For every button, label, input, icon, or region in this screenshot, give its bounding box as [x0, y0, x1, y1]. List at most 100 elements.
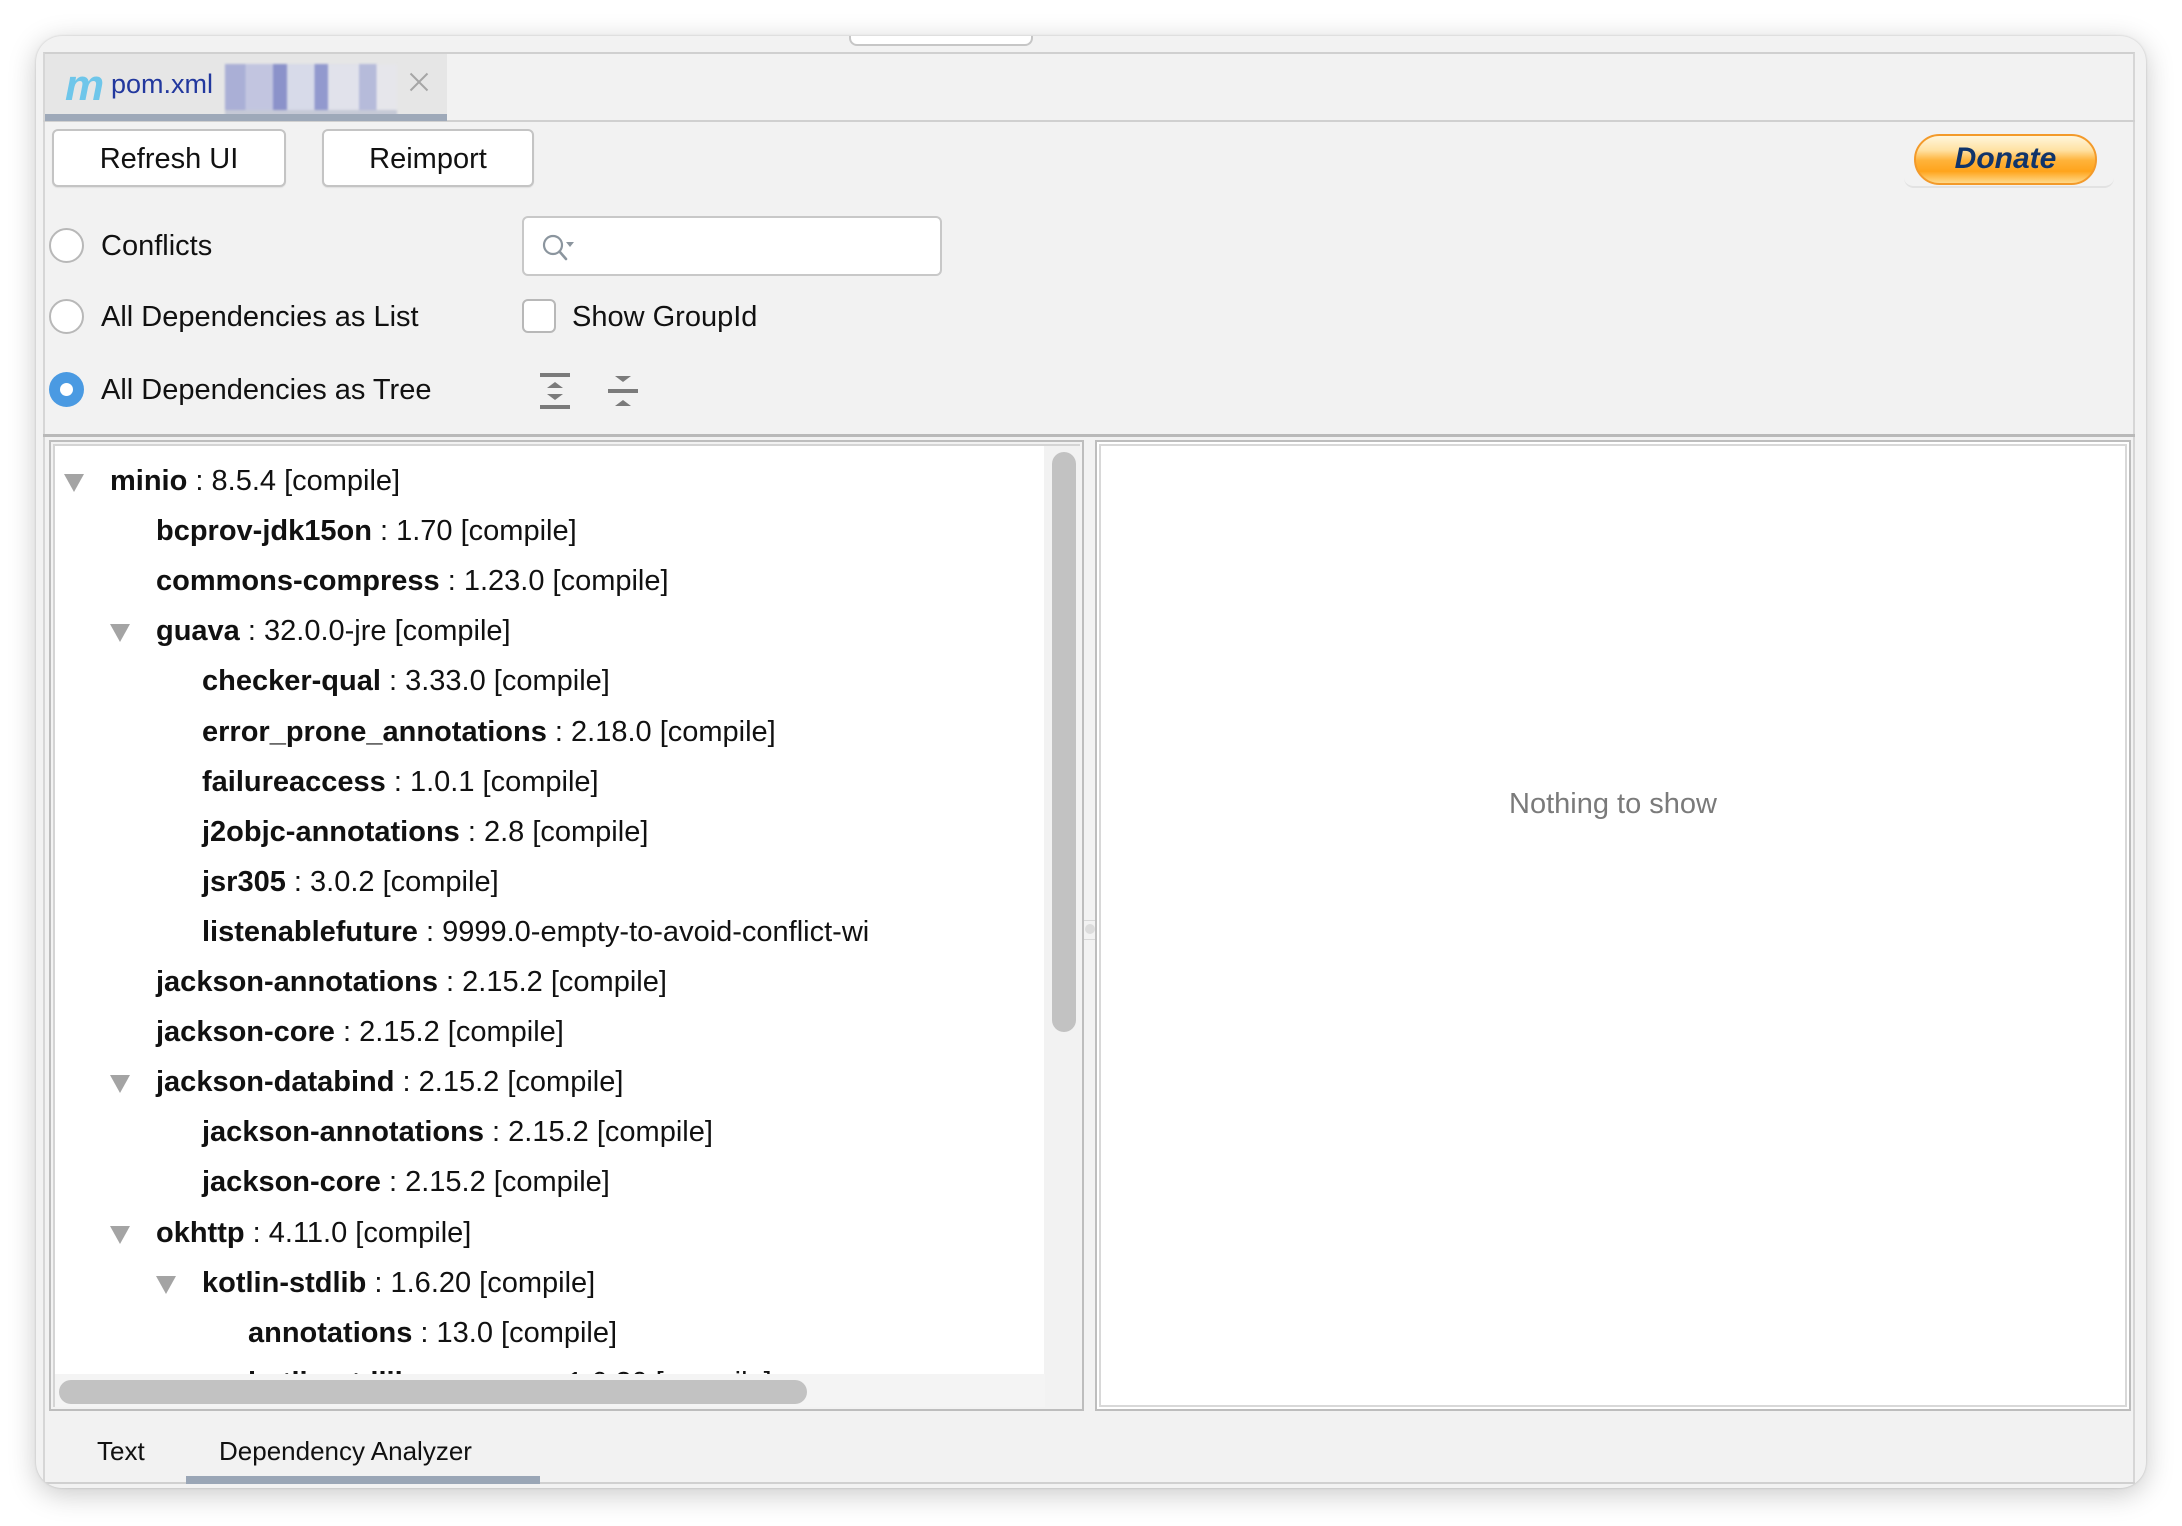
tree-row[interactable]: okhttp : 4.11.0 [compile] — [55, 1208, 1044, 1258]
collapse-all-icon[interactable] — [607, 372, 639, 410]
tree-row[interactable]: kotlin-stdlib : 1.6.20 [compile] — [55, 1258, 1044, 1308]
artifact-name: checker-qual — [202, 665, 381, 698]
tree-row-text: okhttp : 4.11.0 [compile] — [156, 1208, 471, 1258]
donate-button[interactable]: Donate — [1914, 134, 2097, 185]
tree-row-text: failureaccess : 1.0.1 [compile] — [202, 757, 599, 807]
tree-row[interactable]: j2objc-annotations : 2.8 [compile] — [55, 807, 1044, 857]
list-radio[interactable] — [49, 299, 84, 334]
artifact-version-scope: : 13.0 [compile] — [412, 1316, 618, 1349]
panel-splitter[interactable] — [1084, 440, 1095, 1411]
expand-toggle-icon[interactable] — [156, 1275, 176, 1294]
vertical-scrollbar-thumb[interactable] — [1052, 452, 1076, 1032]
artifact-version-scope: : 2.15.2 [compile] — [334, 1016, 564, 1049]
tree-row[interactable]: listenablefuture : 9999.0-empty-to-avoid… — [55, 907, 1044, 957]
editor-window: m pom.xml Refresh UI Reimport Donate Con… — [36, 36, 2146, 1488]
tree-row-text: annotations : 13.0 [compile] — [248, 1308, 617, 1358]
tab-title: pom.xml — [111, 69, 214, 99]
conflicts-label: Conflicts — [101, 230, 213, 262]
artifact-name: jackson-annotations — [156, 966, 438, 998]
tree-row-text: jackson-annotations : 2.15.2 [compile] — [202, 1107, 713, 1157]
expand-toggle-icon[interactable] — [64, 474, 84, 492]
tree-row-text: jackson-core : 2.15.2 [compile] — [202, 1157, 610, 1207]
tree-row-text: jackson-databind : 2.15.2 [compile] — [156, 1057, 623, 1107]
artifact-name: error_prone_annotations — [202, 715, 547, 748]
tree-row-text: listenablefuture : 9999.0-empty-to-avoid… — [202, 907, 869, 957]
tree-row[interactable]: checker-qual : 3.33.0 [compile] — [55, 656, 1044, 706]
tree-row-text: kotlin-stdlib : 1.6.20 [compile] — [202, 1258, 595, 1308]
artifact-version-scope: : 9999.0-empty-to-avoid-conflict-wi — [417, 915, 870, 948]
refresh-ui-button[interactable]: Refresh UI — [52, 129, 286, 187]
tree-row[interactable]: jackson-core : 2.15.2 [compile] — [55, 1007, 1044, 1057]
artifact-version-scope: : 2.15.2 [compile] — [380, 1166, 610, 1199]
expand-toggle-icon[interactable] — [110, 1075, 130, 1094]
active-bottom-tab-underline — [186, 1476, 540, 1484]
close-icon[interactable] — [407, 70, 431, 94]
tree-row[interactable]: jackson-annotations : 2.15.2 [compile] — [55, 957, 1044, 1007]
tree-row[interactable]: jackson-core : 2.15.2 [compile] — [55, 1157, 1044, 1207]
search-icon[interactable] — [540, 232, 576, 264]
window-top-handle — [849, 36, 1033, 46]
tree-row-text: checker-qual : 3.33.0 [compile] — [202, 656, 610, 706]
tree-row-text: kotlin-stdlib-common : 1.6.20 [compile] — [248, 1358, 772, 1374]
artifact-version-scope: : 2.15.2 [compile] — [438, 966, 667, 998]
expand-toggle-icon[interactable] — [110, 624, 130, 643]
tree-row[interactable]: error_prone_annotations : 2.18.0 [compil… — [55, 707, 1044, 757]
artifact-version-scope: : 1.6.20 [compile] — [543, 1367, 772, 1374]
tree-row[interactable]: jackson-databind : 2.15.2 [compile] — [55, 1057, 1044, 1107]
options-separator — [43, 434, 2135, 437]
empty-state-text: Nothing to show — [1509, 788, 1717, 820]
artifact-version-scope: : 1.70 [compile] — [371, 515, 577, 548]
maven-m-icon: m — [65, 61, 104, 110]
tree-row-text: minio : 8.5.4 [compile] — [110, 456, 400, 506]
tree-row[interactable]: minio : 8.5.4 [compile] — [55, 456, 1044, 506]
tab-dependency-analyzer[interactable]: Dependency Analyzer — [219, 1433, 472, 1469]
show-groupid-checkbox[interactable] — [522, 299, 556, 333]
tree-row[interactable]: jsr305 : 3.0.2 [compile] — [55, 857, 1044, 907]
artifact-version-scope: : 2.15.2 [compile] — [484, 1116, 713, 1149]
reimport-button[interactable]: Reimport — [322, 129, 534, 187]
tree-radio[interactable] — [49, 372, 84, 407]
artifact-name: jackson-annotations — [202, 1116, 484, 1149]
artifact-name: j2objc-annotations — [202, 815, 460, 848]
tab-pom-xml[interactable]: m pom.xml — [45, 54, 447, 121]
artifact-version-scope: : 3.0.2 [compile] — [285, 865, 499, 898]
artifact-name: jackson-core — [156, 1016, 335, 1049]
artifact-name: jackson-databind — [156, 1066, 395, 1099]
artifact-version-scope: : 1.23.0 [compile] — [439, 565, 669, 598]
artifact-version-scope: : 2.18.0 [compile] — [546, 715, 776, 748]
tree-row[interactable]: guava : 32.0.0-jre [compile] — [55, 606, 1044, 656]
artifact-name: commons-compress — [156, 565, 440, 598]
tree-row[interactable]: commons-compress : 1.23.0 [compile] — [55, 556, 1044, 606]
tree-row-text: jackson-core : 2.15.2 [compile] — [156, 1007, 564, 1057]
tree-row[interactable]: bcprov-jdk15on : 1.70 [compile] — [55, 506, 1044, 556]
tree-row[interactable]: failureaccess : 1.0.1 [compile] — [55, 757, 1044, 807]
tab-text[interactable]: Text — [97, 1433, 145, 1469]
artifact-name: jsr305 — [202, 865, 286, 898]
conflicts-radio[interactable] — [49, 228, 84, 263]
dependency-tree[interactable]: minio : 8.5.4 [compile] bcprov-jdk15on : … — [55, 446, 1044, 1374]
artifact-version-scope: : 1.6.20 [compile] — [366, 1266, 596, 1299]
artifact-name: guava — [156, 615, 240, 648]
artifact-name: kotlin-stdlib — [202, 1266, 367, 1299]
expand-toggle-icon[interactable] — [110, 1225, 130, 1244]
splitter-handle[interactable] — [1084, 920, 1095, 940]
horizontal-scrollbar-thumb[interactable] — [59, 1380, 807, 1404]
artifact-version-scope: : 2.8 [compile] — [459, 815, 649, 848]
search-field[interactable] — [522, 216, 942, 276]
dependency-tree-panel: minio : 8.5.4 [compile] bcprov-jdk15on : … — [49, 440, 1084, 1411]
tree-row-text: guava : 32.0.0-jre [compile] — [156, 606, 511, 656]
expand-all-icon[interactable] — [539, 372, 571, 410]
artifact-version-scope: : 1.0.1 [compile] — [385, 765, 599, 798]
active-tab-underline — [45, 114, 447, 121]
tree-row-text: commons-compress : 1.23.0 [compile] — [156, 556, 669, 606]
tree-row[interactable]: annotations : 13.0 [compile] — [55, 1308, 1044, 1358]
artifact-version-scope: : 8.5.4 [compile] — [187, 465, 401, 497]
artifact-version-scope: : 4.11.0 [compile] — [244, 1216, 472, 1249]
artifact-name: listenablefuture — [202, 915, 418, 948]
tree-row[interactable]: kotlin-stdlib-common : 1.6.20 [compile] — [55, 1358, 1044, 1374]
tree-row[interactable]: jackson-annotations : 2.15.2 [compile] — [55, 1107, 1044, 1157]
show-groupid-label: Show GroupId — [572, 301, 758, 333]
tree-label: All Dependencies as Tree — [101, 374, 432, 406]
artifact-name: minio — [110, 465, 188, 497]
search-input[interactable] — [586, 224, 930, 270]
